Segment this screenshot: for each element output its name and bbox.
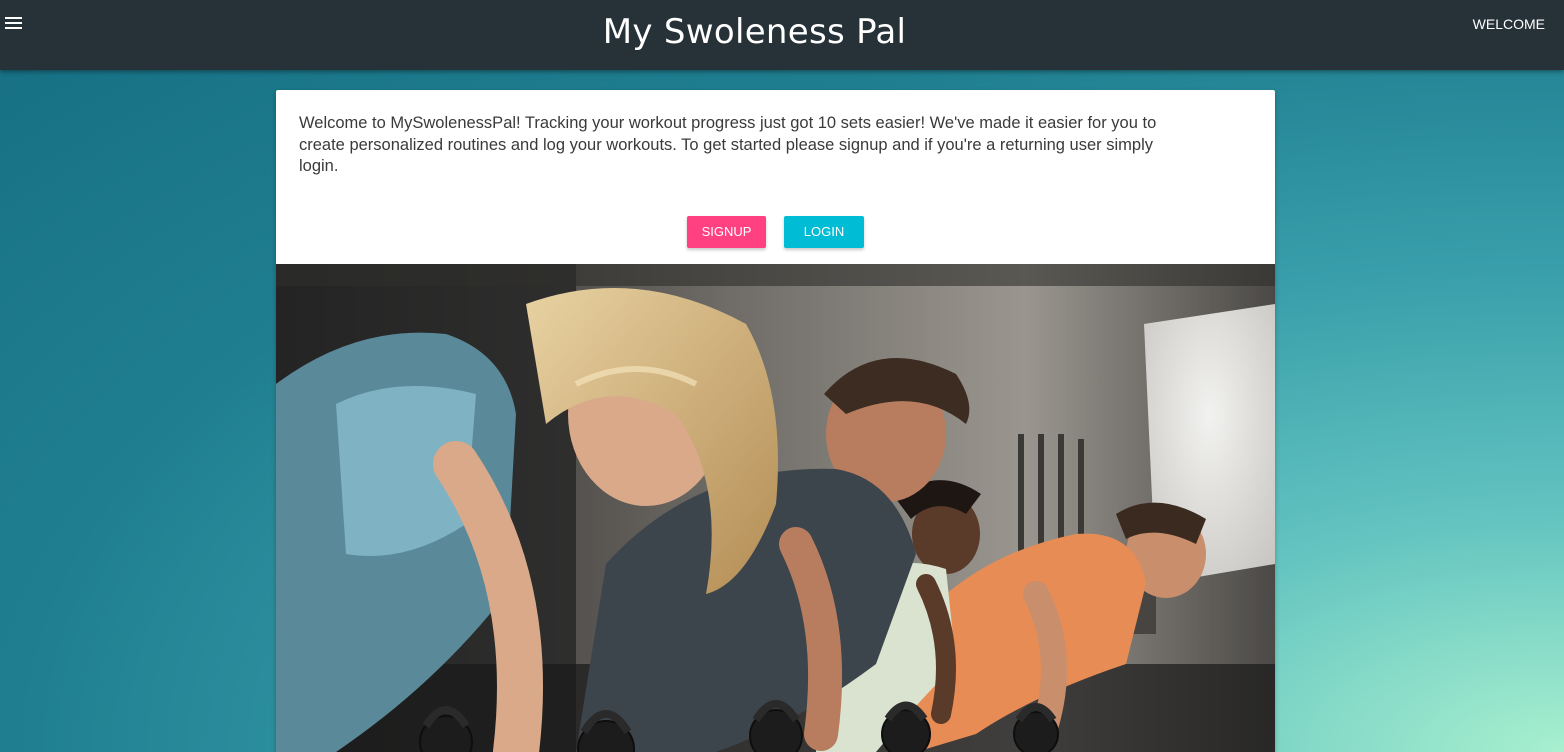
site-title[interactable]: My Swoleness Pal xyxy=(0,10,1509,54)
signup-button[interactable]: SIGNUP xyxy=(687,216,766,248)
welcome-card: Welcome to MySwolenessPal! Tracking your… xyxy=(276,90,1275,752)
nav-link-welcome[interactable]: WELCOME xyxy=(1473,15,1545,33)
gym-hero-image xyxy=(276,264,1275,752)
login-button[interactable]: LOGIN xyxy=(784,216,864,248)
top-navbar: My Swoleness Pal WELCOME xyxy=(0,0,1564,70)
welcome-intro-text: Welcome to MySwolenessPal! Tracking your… xyxy=(299,114,1157,175)
